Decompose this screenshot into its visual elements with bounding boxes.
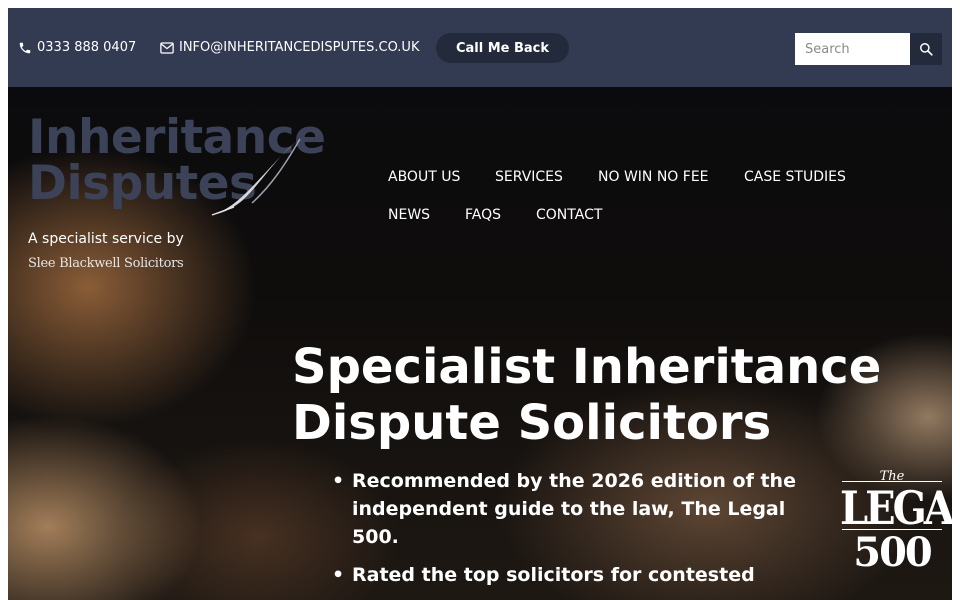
top-bar: 0333 888 0407 INFO@INHERITANCEDISPUTES.C… [8,8,952,87]
page: 0333 888 0407 INFO@INHERITANCEDISPUTES.C… [8,8,952,600]
hero-bullet-list: Recommended by the 2026 edition of the i… [332,467,822,599]
badge-number: 500 [853,529,933,576]
search-input[interactable] [795,33,910,65]
tagline: A specialist service by [28,231,184,247]
email-link[interactable]: INFO@INHERITANCEDISPUTES.CO.UK [160,40,419,55]
quill-icon [211,138,301,216]
nav-case-studies[interactable]: CASE STUDIES [744,169,846,185]
phone-link[interactable]: 0333 888 0407 [18,40,136,55]
search-button[interactable] [910,33,942,65]
search-icon [920,43,933,56]
hero-headline: Specialist Inheritance Dispute Solicitor… [292,339,882,451]
nav-about-us[interactable]: ABOUT US [388,169,460,185]
nav-contact[interactable]: CONTACT [536,207,602,223]
nav-services[interactable]: SERVICES [495,169,563,185]
phone-number: 0333 888 0407 [37,40,137,55]
nav-news[interactable]: NEWS [388,207,430,223]
hero-bullet: Recommended by the 2026 edition of the i… [332,467,822,551]
badge-legal: LEGAL [840,481,952,536]
hero-section: Inheritance Disputes A specialist servic… [8,87,952,600]
legal-500-badge: The LEGAL 500 [840,469,952,576]
envelope-icon [160,41,174,54]
call-me-back-button[interactable]: Call Me Back [436,33,569,63]
firm-name[interactable]: Slee Blackwell Solicitors [28,256,184,271]
phone-icon [19,42,31,53]
email-address: INFO@INHERITANCEDISPUTES.CO.UK [179,40,420,55]
hero-bullet: Rated the top solicitors for contested [332,561,822,589]
nav-faqs[interactable]: FAQS [465,207,501,223]
nav-no-win-no-fee[interactable]: NO WIN NO FEE [598,169,709,185]
